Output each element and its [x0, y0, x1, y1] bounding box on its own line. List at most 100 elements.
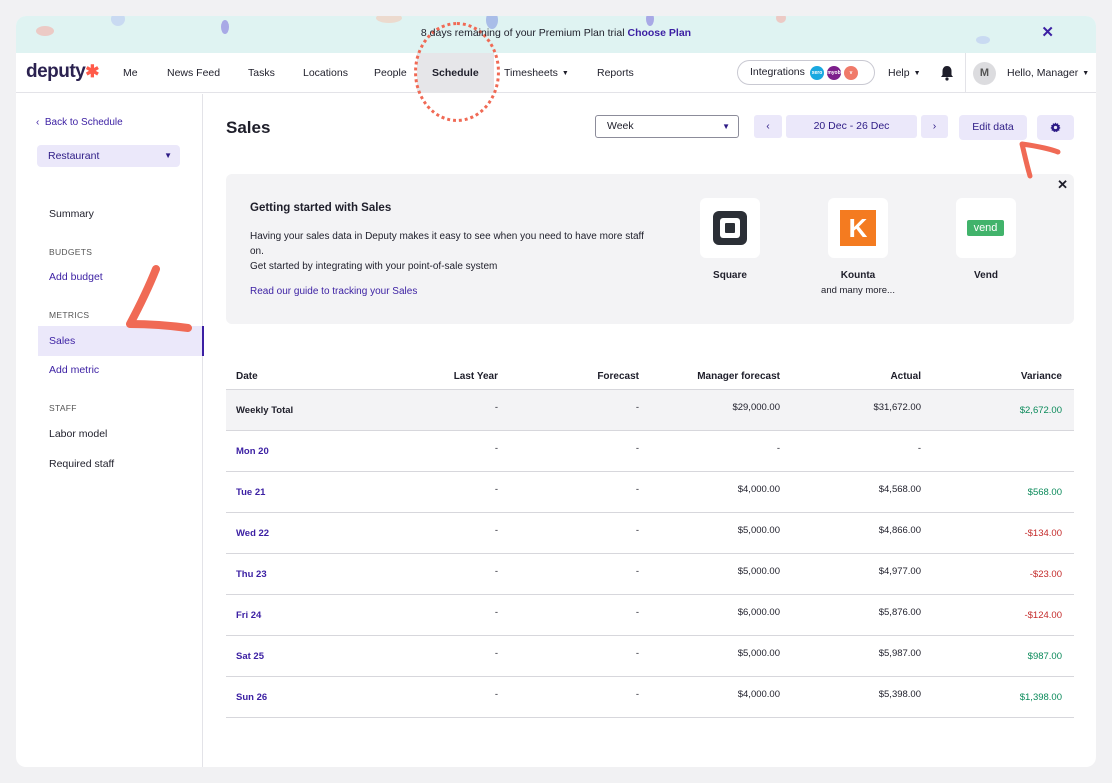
row-manager-forecast: - [776, 443, 780, 454]
settings-button[interactable] [1037, 115, 1074, 140]
table-row: Thu 23 - - $5,000.00 $4,977.00 -$23.00 [226, 554, 1074, 595]
header-last-year: Last Year [453, 371, 498, 382]
decor-shape [111, 16, 125, 26]
kounta-logo-tile: K [828, 198, 888, 258]
day-link[interactable]: Thu 23 [236, 569, 267, 580]
day-link[interactable]: Mon 20 [236, 446, 269, 457]
user-menu[interactable]: Hello, Manager ▼ [1007, 53, 1089, 94]
page-title: Sales [226, 118, 271, 137]
more-integrations-label: and many more... [821, 285, 895, 296]
back-to-schedule-link[interactable]: ‹ Back to Schedule [36, 117, 123, 128]
chevron-down-icon: ▼ [722, 122, 730, 131]
day-link[interactable]: Wed 22 [236, 528, 269, 539]
day-link[interactable]: Sat 25 [236, 651, 264, 662]
table-row: Tue 21 - - $4,000.00 $4,568.00 $568.00 [226, 472, 1074, 513]
sidebar-heading-metrics: METRICS [49, 310, 90, 320]
kounta-integration[interactable]: K Kounta and many more... [808, 198, 908, 296]
sales-guide-link[interactable]: Read our guide to tracking your Sales [250, 286, 417, 297]
vend-logo-icon: vend [967, 220, 1004, 236]
card-body-line2: Get started by integrating with your poi… [250, 261, 498, 272]
day-link[interactable]: Tue 21 [236, 487, 265, 498]
sales-table: Date Last Year Forecast Manager forecast… [226, 363, 1074, 718]
table-body: Weekly Total - - $29,000.00 $31,672.00 $2,672… [226, 390, 1074, 718]
integrations-label: Integrations [750, 66, 805, 78]
integrations-button[interactable]: Integrations xero myob v [737, 60, 875, 85]
row-manager-forecast: $4,000.00 [737, 689, 780, 700]
deputy-logo[interactable]: deputy✱ [26, 61, 100, 83]
row-variance: -$134.00 [1024, 528, 1062, 539]
table-row: Sun 26 - - $4,000.00 $5,398.00 $1,398.00 [226, 677, 1074, 718]
row-variance: $568.00 [1027, 487, 1062, 498]
nav-item-me[interactable]: Me [123, 53, 138, 93]
row-last-year: - [494, 484, 498, 495]
back-label: Back to Schedule [44, 117, 123, 128]
chevron-left-icon: ‹ [36, 117, 45, 128]
row-forecast: - [635, 525, 639, 536]
chevron-down-icon: ▼ [913, 70, 921, 77]
vend-label: Vend [974, 270, 998, 281]
row-actual: $5,876.00 [878, 607, 921, 618]
period-select[interactable]: Week ▼ [595, 115, 739, 138]
user-greeting: Hello, Manager [1007, 67, 1079, 79]
square-integration[interactable]: Square [680, 198, 780, 281]
vend-integration[interactable]: vend Vend [936, 198, 1036, 281]
day-link[interactable]: Fri 24 [236, 610, 261, 621]
period-value: Week [607, 120, 634, 132]
square-label: Square [713, 270, 747, 281]
row-manager-forecast: $5,000.00 [737, 566, 780, 577]
kounta-logo-icon: K [840, 210, 876, 246]
sidebar-item-sales[interactable]: Sales [49, 335, 75, 347]
nav-item-schedule[interactable]: Schedule [417, 53, 494, 93]
row-actual: - [917, 443, 921, 454]
decor-shape [976, 36, 990, 44]
notification-bell-icon[interactable] [940, 65, 954, 81]
sidebar-item-required-staff[interactable]: Required staff [49, 458, 114, 470]
sidebar-item-summary[interactable]: Summary [49, 208, 94, 220]
row-forecast: - [635, 402, 639, 413]
add-budget-link[interactable]: Add budget [49, 271, 103, 283]
choose-plan-link[interactable]: Choose Plan [627, 27, 691, 39]
row-last-year: - [494, 525, 498, 536]
date-range-picker[interactable]: 20 Dec - 26 Dec [786, 115, 917, 138]
nav-item-tasks[interactable]: Tasks [248, 53, 275, 93]
banner-close-icon[interactable]: ✕ [1041, 16, 1054, 50]
nav-item-timesheets[interactable]: Timesheets ▼ [504, 53, 569, 93]
nav-item-locations[interactable]: Locations [303, 53, 348, 93]
table-header: Date Last Year Forecast Manager forecast… [226, 363, 1074, 390]
nav-item-reports[interactable]: Reports [597, 53, 634, 93]
kounta-label: Kounta [840, 270, 876, 281]
avatar[interactable]: M [973, 62, 996, 85]
next-week-button[interactable]: › [921, 115, 948, 138]
nav-item-news-feed[interactable]: News Feed [167, 53, 220, 93]
row-manager-forecast: $5,000.00 [737, 525, 780, 536]
row-actual: $5,398.00 [878, 689, 921, 700]
prev-week-button[interactable]: ‹ [754, 115, 782, 138]
header-variance: Variance [1020, 371, 1062, 382]
location-select[interactable]: Restaurant ▼ [37, 145, 180, 167]
getting-started-card: ✕ Getting started with Sales Having your… [226, 174, 1074, 324]
sidebar-item-labor-model[interactable]: Labor model [49, 428, 107, 440]
day-link[interactable]: Sun 26 [236, 692, 267, 703]
add-metric-link[interactable]: Add metric [49, 364, 99, 376]
help-label: Help [888, 67, 910, 79]
header-manager-forecast: Manager forecast [697, 371, 780, 382]
chevron-down-icon: ▼ [1082, 70, 1090, 77]
table-row: Wed 22 - - $5,000.00 $4,866.00 -$134.00 [226, 513, 1074, 554]
row-actual: $5,987.00 [878, 648, 921, 659]
edit-data-button[interactable]: Edit data [959, 115, 1027, 140]
row-variance: $2,672.00 [1019, 405, 1062, 416]
row-manager-forecast: $6,000.00 [737, 607, 780, 618]
gear-icon [1050, 122, 1061, 133]
logo-star-icon: ✱ [85, 62, 100, 81]
table-row: Fri 24 - - $6,000.00 $5,876.00 -$124.00 [226, 595, 1074, 636]
header-date: Date [236, 371, 258, 382]
row-last-year: - [494, 607, 498, 618]
location-value: Restaurant [48, 150, 100, 162]
row-variance: -$124.00 [1024, 610, 1062, 621]
help-menu[interactable]: Help ▼ [888, 53, 921, 93]
card-title: Getting started with Sales [250, 202, 392, 214]
nav-item-people[interactable]: People [374, 53, 407, 93]
logo-text: deputy [26, 61, 86, 82]
row-manager-forecast: $5,000.00 [737, 648, 780, 659]
card-close-icon[interactable]: ✕ [1057, 177, 1068, 193]
